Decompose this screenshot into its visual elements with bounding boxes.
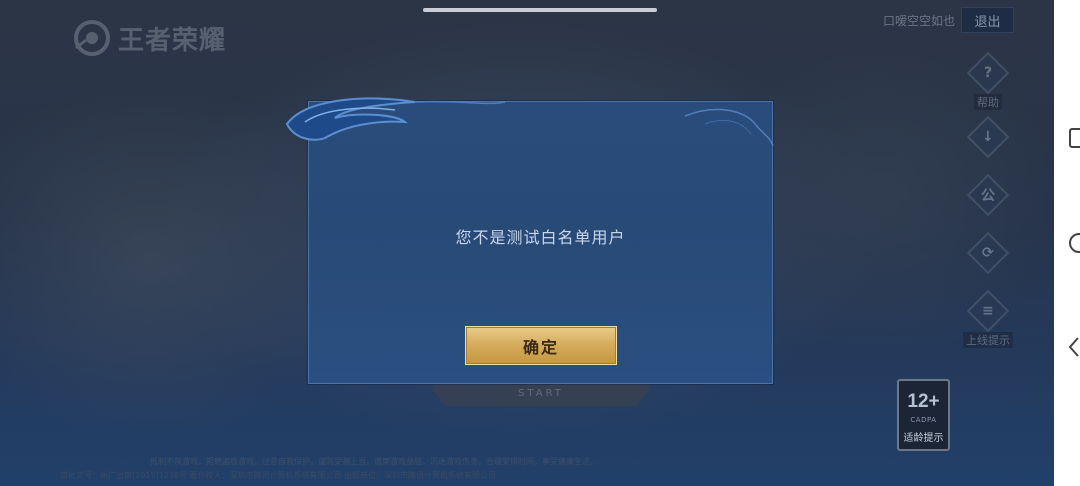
- confirm-label: 确定: [522, 337, 559, 357]
- start-label: START: [518, 388, 564, 399]
- user-bar: 口嗳空空如也 退出: [883, 7, 1014, 33]
- dialog-message: 您不是测试白名单用户: [455, 228, 626, 247]
- age-rating-tip: 适龄提示: [903, 433, 944, 444]
- alert-dialog: 您不是测试白名单用户 确定: [285, 97, 774, 384]
- background-rock: [0, 80, 360, 440]
- back-icon[interactable]: [1068, 336, 1080, 358]
- side-item-label: 上线提示: [963, 332, 1013, 348]
- help-icon: ?: [966, 51, 1010, 95]
- side-item-repair[interactable]: ⟳: [958, 231, 1018, 275]
- side-item-label: 帮助: [974, 94, 1002, 110]
- age-rating-badge[interactable]: 12+ CADPA 适龄提示: [897, 379, 950, 451]
- confirm-button[interactable]: 确定: [465, 326, 617, 365]
- age-rating-org: CADPA: [910, 416, 937, 424]
- game-screen: 王者荣耀 口嗳空空如也 退出 ? 帮助 ↓ 公 ⟳ ≡ 上线提示 START 1…: [0, 0, 1054, 486]
- game-emblem-icon: [74, 20, 110, 56]
- home-icon[interactable]: [1068, 232, 1080, 254]
- gesture-home-bar[interactable]: [423, 8, 657, 12]
- download-icon: ↓: [966, 115, 1010, 159]
- announcement-icon: 公: [966, 173, 1010, 217]
- cloud-ornament-icon: [285, 97, 774, 147]
- age-rating-number: 12+: [907, 391, 940, 412]
- system-nav-bar: [1054, 0, 1080, 486]
- user-name: 口嗳空空如也: [882, 13, 955, 28]
- side-item-help[interactable]: ? 帮助: [958, 51, 1018, 110]
- game-logo: 王者荣耀: [72, 18, 226, 58]
- logout-button[interactable]: 退出: [961, 7, 1014, 33]
- footer-notice: 抵制不良游戏，拒绝盗版游戏。注意自我保护，谨防受骗上当。适度游戏益脑，沉迷游戏伤…: [150, 457, 598, 466]
- repair-icon: ⟳: [966, 231, 1010, 275]
- side-item-download[interactable]: ↓: [958, 115, 1018, 159]
- side-item-announcement[interactable]: 公: [958, 173, 1018, 217]
- notice-icon: ≡: [966, 289, 1010, 333]
- logo-text: 王者荣耀: [118, 25, 227, 56]
- side-item-notice[interactable]: ≡ 上线提示: [958, 289, 1018, 348]
- footer-license: 审批文号：新广出审[2015]1238号 著作权人：深圳市腾讯计算机系统有限公司…: [60, 471, 497, 480]
- recent-apps-icon[interactable]: [1068, 127, 1080, 149]
